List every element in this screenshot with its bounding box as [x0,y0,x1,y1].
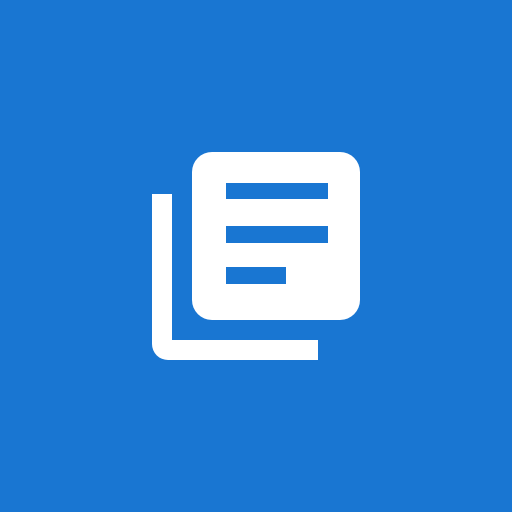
library-documents-icon [152,152,360,360]
document-line-1 [226,183,328,199]
app-icon-tile [0,0,512,512]
document-line-3 [226,267,286,284]
document-line-2 [226,226,328,243]
